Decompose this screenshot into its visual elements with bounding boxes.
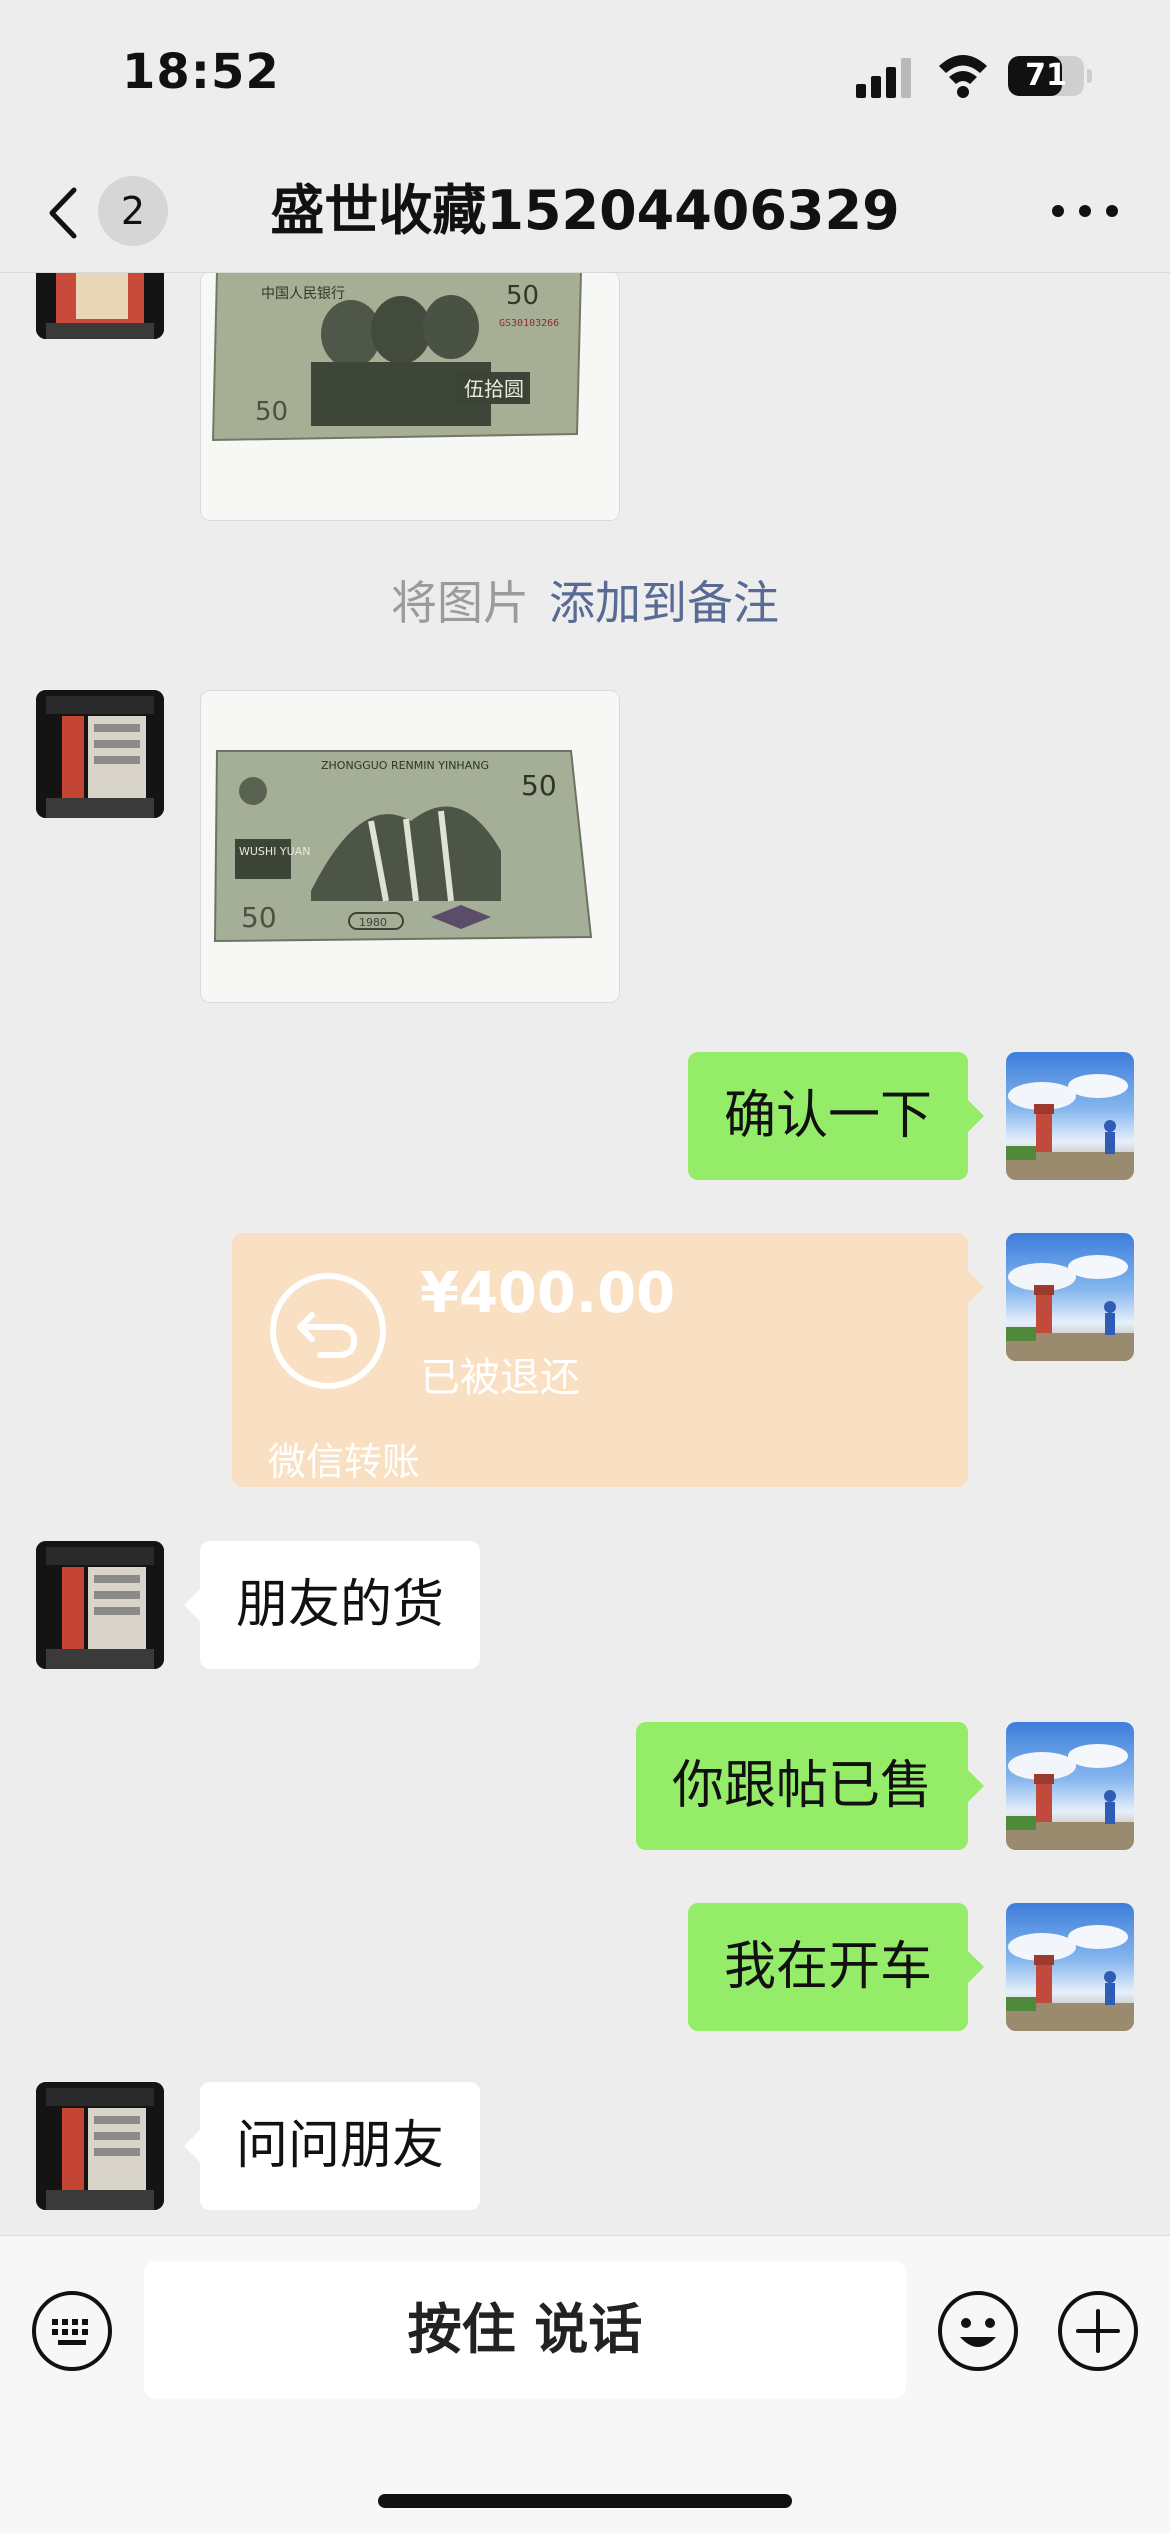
unread-count-badge: 2 [98,176,168,246]
plus-icon[interactable] [1056,2289,1140,2373]
my-avatar[interactable] [1006,1903,1134,2031]
back-chevron-icon [49,187,77,239]
emoji-icon[interactable] [936,2289,1020,2373]
battery-percentage: 71 [1025,58,1067,93]
my-avatar[interactable] [1006,1722,1134,1850]
banknote-back-denomination-bottom: 50 [241,901,277,934]
transfer-label: 微信转账 [268,1440,421,1484]
refund-arrow-icon [270,1273,386,1389]
image-message-banknote-front[interactable]: 中国人民银行 50 GS30103266 伍拾圆 50 [200,273,620,521]
contact-avatar[interactable] [36,690,164,818]
outgoing-message-bubble[interactable]: 确认一下 [687,1052,985,1180]
home-indicator[interactable] [378,2494,792,2508]
contact-avatar[interactable] [36,1541,164,1669]
back-button[interactable]: 2 [36,174,186,246]
incoming-message-bubble[interactable]: 朋友的货 [183,1541,481,1669]
more-dots-icon[interactable] [1040,186,1130,236]
chat-header: 2 盛世收藏15204406329 [0,150,1170,273]
contact-avatar[interactable] [36,2082,164,2210]
chat-title: 盛世收藏15204406329 [270,179,900,242]
system-notice: 将图片 添加到备注 [0,567,1170,633]
banknote-denomination: 50 [506,281,539,311]
cellular-signal-icon [856,58,911,98]
banknote-denomination-bottom: 50 [255,397,288,427]
keyboard-icon[interactable] [30,2289,114,2373]
contact-avatar[interactable] [36,273,164,339]
banknote-header-text: 中国人民银行 [261,286,345,302]
status-time: 18:52 [122,44,280,100]
banknote-back-denomination: 50 [521,769,557,802]
my-avatar[interactable] [1006,1233,1134,1361]
wifi-icon [939,55,987,98]
input-bar: 按住 说话 [0,2235,1170,2533]
battery-indicator: 71 [1008,56,1092,96]
incoming-message-bubble[interactable]: 问问朋友 [183,2082,481,2210]
system-notice-text: 将图片 [391,576,529,630]
image-message-banknote-back[interactable]: ZHONGGUO RENMIN YINHANG 50 WUSHI YUAN 50… [200,690,620,1003]
my-avatar[interactable] [1006,1052,1134,1180]
banknote-pinyin: ZHONGGUO RENMIN YINHANG [321,759,489,772]
transfer-card-refunded[interactable]: ¥400.00 已被退还 微信转账 [232,1233,984,1487]
add-to-remark-link[interactable]: 添加到备注 [549,576,779,630]
banknote-value-latin: WUSHI YUAN [239,845,310,858]
message-list[interactable]: 中国人民银行 50 GS30103266 伍拾圆 50 将图片 添加到备注 ZH… [0,273,1170,2235]
banknote-year: 1980 [359,916,387,929]
banknote-serial: GS30103266 [499,318,559,329]
outgoing-message-bubble[interactable]: 你跟帖已售 [635,1722,985,1850]
transfer-status: 已被退还 [420,1355,580,1401]
outgoing-message-bubble[interactable]: 我在开车 [687,1903,985,2031]
status-bar: 18:52 71 [0,0,1170,150]
hold-to-talk-button[interactable]: 按住 说话 [144,2261,906,2399]
transfer-amount: ¥400.00 [420,1261,676,1326]
banknote-chinese-value: 伍拾圆 [464,377,524,401]
